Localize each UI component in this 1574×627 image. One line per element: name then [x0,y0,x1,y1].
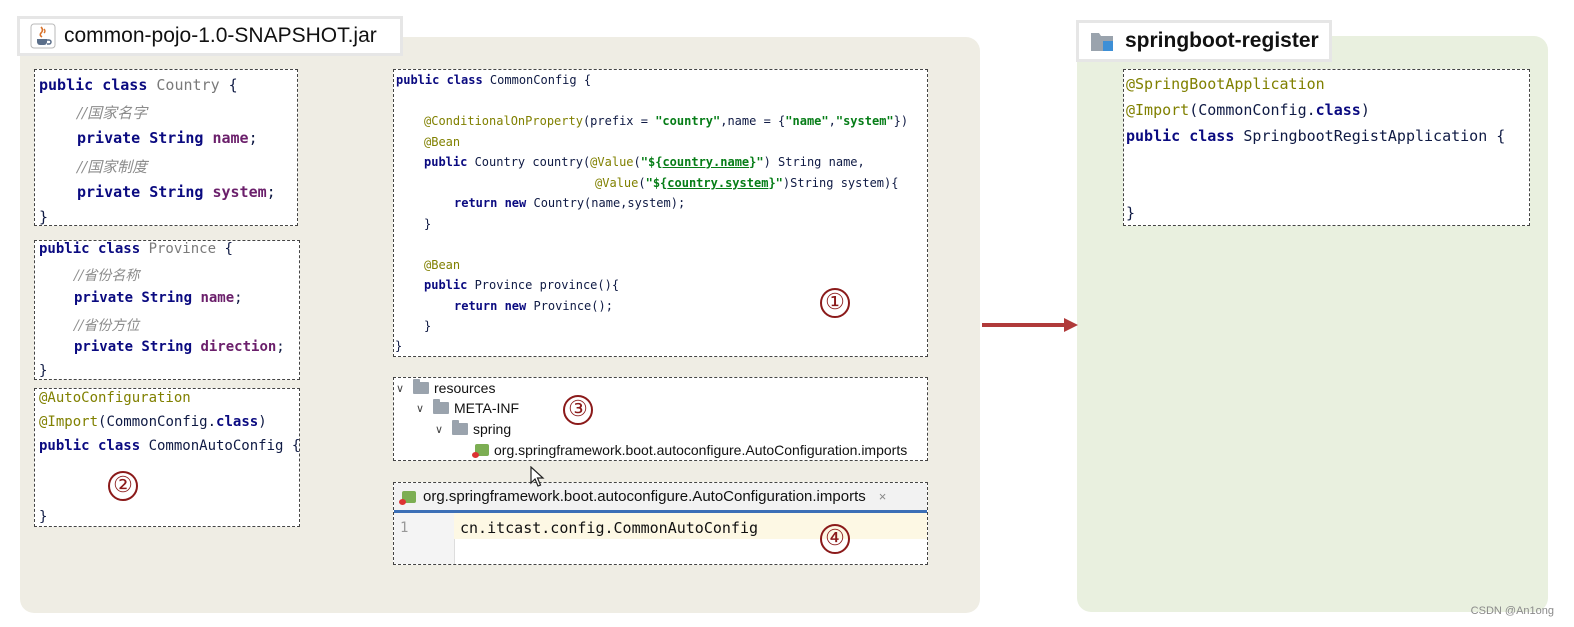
tree-node-meta-inf[interactable]: ∨ META-INF [416,399,520,416]
code-comment: //省份方位 [74,318,140,334]
country-class-box: public class Country { //国家名字 private St… [34,69,298,226]
spring-file-icon [399,490,416,505]
imports-editor: org.springframework.boot.autoconfigure.A… [393,482,928,565]
step-marker-3: ③ [563,395,593,425]
code-line: public Province province(){ [424,278,620,292]
tree-label: spring [473,421,512,437]
province-class-box: public class Province { //省份名称 private S… [34,240,300,380]
code-line: } [39,363,48,379]
code-line: public class CommonAutoConfig { [39,438,300,454]
step-marker-1: ① [820,288,850,318]
code-line: } [395,339,403,353]
java-icon [30,23,56,49]
code-comment: //省份名称 [74,268,140,284]
code-annotation: @AutoConfiguration [39,390,191,406]
step-marker-4: ④ [820,524,850,554]
code-annotation: @SpringBootApplication [1126,75,1325,93]
code-line: } [39,208,49,226]
chevron-down-icon[interactable]: ∨ [396,382,408,395]
code-line: @Import(CommonConfig.class) [39,414,267,430]
resources-folder-icon [413,379,429,394]
editor-code-line[interactable]: cn.itcast.config.CommonAutoConfig [460,519,758,537]
code-line: } [1126,204,1136,222]
code-line: @Value("${country.system}")String system… [595,176,899,190]
line-number: 1 [400,520,409,536]
code-annotation: @Bean [424,258,461,272]
register-app-box: @SpringBootApplication @Import(CommonCon… [1123,69,1530,226]
chevron-down-icon[interactable]: ∨ [416,402,428,415]
code-line: } [39,509,48,525]
folder-icon [433,399,449,414]
tree-node-imports-file[interactable]: org.springframework.boot.autoconfigure.A… [472,442,908,458]
code-line: public class Province { [39,241,233,257]
code-line: private String name; [74,290,243,306]
code-line: public class CommonConfig { [396,73,592,87]
watermark: CSDN @An1ong [1470,605,1554,617]
jar-title: common-pojo-1.0-SNAPSHOT.jar [64,24,377,47]
code-line: } [424,319,432,333]
code-line: private String name; [77,129,258,147]
tree-node-spring[interactable]: ∨ spring [435,420,512,437]
tree-node-resources[interactable]: ∨ resources [396,379,496,396]
code-line: public Country country(@Value("${country… [424,155,865,169]
step-marker-2: ② [108,471,138,501]
code-line: private String direction; [74,339,285,355]
spring-file-icon [472,444,489,458]
code-line: return new Country(name,system); [454,196,686,210]
tree-label: resources [434,380,496,396]
code-comment: //国家名字 [77,104,148,122]
common-config-box: public class CommonConfig { @Conditional… [393,69,928,357]
mouse-cursor-icon [530,466,545,487]
tree-label: org.springframework.boot.autoconfigure.A… [494,442,908,458]
code-annotation: @Bean [424,135,461,149]
module-folder-icon [1091,33,1113,51]
code-line: @ConditionalOnProperty(prefix = "country… [424,114,909,128]
code-comment: //国家制度 [77,158,148,176]
code-line: private String system; [77,183,276,201]
auto-config-box: @AutoConfiguration @Import(CommonConfig.… [34,388,300,527]
code-line: @Import(CommonConfig.class) [1126,101,1370,119]
line-gutter: 1 [394,513,455,564]
project-title: springboot-register [1125,29,1319,52]
code-line: public class SpringbootRegistApplication… [1126,127,1506,145]
flow-arrow [982,318,1078,332]
code-line: } [424,217,432,231]
chevron-down-icon[interactable]: ∨ [435,423,447,436]
project-title-tab: springboot-register [1076,20,1332,62]
tree-label: META-INF [454,400,520,416]
resources-tree: ∨ resources ∨ META-INF ∨ spring org.spri… [393,377,928,461]
code-line: public class Country { [39,76,238,94]
code-line: return new Province(); [454,299,613,313]
jar-title-tab: common-pojo-1.0-SNAPSHOT.jar [17,16,403,56]
folder-icon [452,420,468,435]
editor-tab[interactable]: org.springframework.boot.autoconfigure.A… [394,483,927,513]
close-icon[interactable]: × [879,489,887,504]
editor-tab-label: org.springframework.boot.autoconfigure.A… [423,488,866,505]
